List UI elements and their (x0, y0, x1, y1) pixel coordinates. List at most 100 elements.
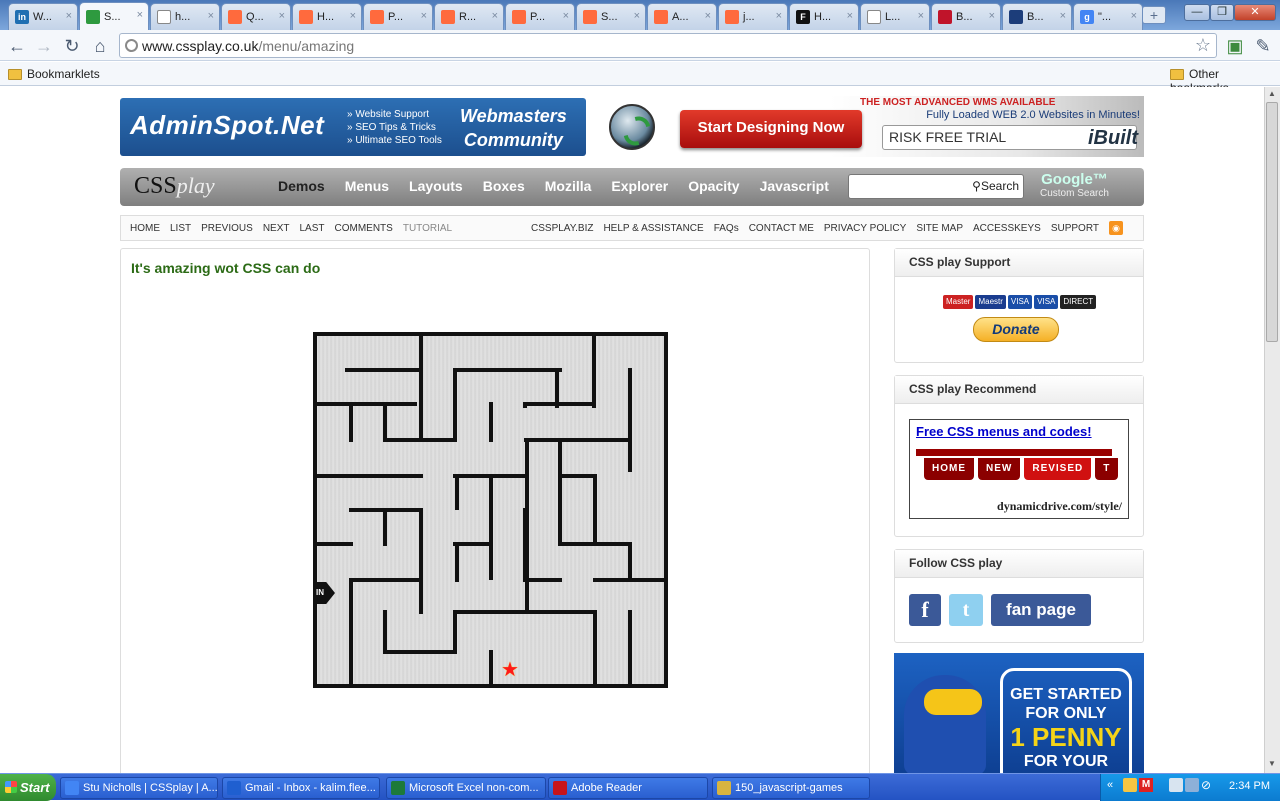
subnav-link[interactable]: SITE MAP (916, 223, 963, 235)
subnav-link[interactable]: PREVIOUS (201, 223, 253, 234)
search-icon[interactable]: ⚲ (972, 179, 981, 193)
subnav-link[interactable]: LIST (170, 223, 191, 234)
subnav-link[interactable]: COMMENTS (335, 223, 393, 234)
subnav-link[interactable]: CSSPLAY.BIZ (531, 223, 593, 235)
browser-tab[interactable]: L... × (860, 3, 930, 30)
start-button[interactable]: Start (0, 774, 56, 801)
dynamicdrive-ad[interactable]: Free CSS menus and codes! HOME NEW REVISED… (909, 419, 1129, 519)
close-window-button[interactable]: ✕ (1234, 4, 1276, 21)
site-logo[interactable]: CSSplay (134, 173, 215, 200)
network-icon[interactable] (1169, 778, 1183, 792)
rss-icon[interactable]: ◉ (1109, 221, 1123, 235)
tab-label: "... (1098, 11, 1112, 23)
tray-app-icon[interactable] (1123, 778, 1137, 792)
browser-tab[interactable]: S... × (79, 2, 149, 30)
close-tab-icon[interactable]: × (208, 10, 214, 22)
browser-tab[interactable]: B... × (1002, 3, 1072, 30)
facebook-icon[interactable]: f (909, 594, 941, 626)
browser-tab[interactable]: j... × (718, 3, 788, 30)
taskbar-button[interactable]: Microsoft Excel non-com... (386, 777, 546, 799)
bookmark-star-icon[interactable]: ☆ (1195, 35, 1211, 56)
maze-game[interactable]: IN ★ (313, 332, 668, 688)
taskbar-button[interactable]: Adobe Reader (548, 777, 708, 799)
search-input[interactable]: ⚲Search (848, 174, 1024, 199)
scroll-thumb[interactable] (1266, 102, 1278, 342)
maximize-button[interactable]: ❐ (1210, 4, 1234, 21)
subnav-link[interactable]: PRIVACY POLICY (824, 223, 906, 235)
start-designing-button[interactable]: Start Designing Now (680, 110, 862, 148)
ibuilt-ad[interactable]: THE MOST ADVANCED WMS AVAILABLE Fully Lo… (830, 96, 1144, 157)
address-bar[interactable]: www.cssplay.co.uk/menu/amazing ☆ (119, 33, 1217, 58)
browser-tab[interactable]: H... × (292, 3, 362, 30)
close-tab-icon[interactable]: × (1060, 10, 1066, 22)
close-tab-icon[interactable]: × (705, 10, 711, 22)
new-tab-button[interactable]: + (1142, 6, 1166, 24)
menu-item-demos[interactable]: Demos (278, 178, 325, 194)
subnav-link[interactable]: CONTACT ME (749, 223, 814, 235)
back-icon[interactable]: ← (6, 35, 28, 57)
browser-tab[interactable]: in W... × (8, 3, 78, 30)
display-icon[interactable] (1185, 778, 1199, 792)
home-icon[interactable]: ⌂ (89, 35, 111, 57)
close-tab-icon[interactable]: × (279, 10, 285, 22)
menu-item-menus[interactable]: Menus (345, 178, 389, 194)
close-tab-icon[interactable]: × (66, 10, 72, 22)
taskbar-button[interactable]: Gmail - Inbox - kalim.flee... (222, 777, 380, 799)
menu-item-javascript[interactable]: Javascript (760, 178, 829, 194)
subnav-link[interactable]: NEXT (263, 223, 290, 234)
subnav-link[interactable]: HELP & ASSISTANCE (603, 223, 703, 235)
recommend-title: CSS play Recommend (895, 376, 1143, 404)
hostgator-ad[interactable]: GET STARTEDFOR ONLY1 PENNYFOR YOURFIRST … (894, 653, 1144, 773)
browser-tab[interactable]: g "... × (1073, 3, 1143, 30)
close-tab-icon[interactable]: × (918, 10, 924, 22)
menu-item-opacity[interactable]: Opacity (688, 178, 739, 194)
scroll-down-icon[interactable]: ▼ (1266, 759, 1278, 772)
subnav-link[interactable]: ACCESSKEYS (973, 223, 1041, 235)
browser-tab[interactable]: h... × (150, 3, 220, 30)
extension-icon[interactable]: ▣ (1224, 35, 1246, 57)
browser-tab[interactable]: P... × (505, 3, 575, 30)
bookmark-folder-bookmarklets[interactable]: Bookmarklets (8, 67, 100, 81)
browser-tab[interactable]: B... × (931, 3, 1001, 30)
subnav-link[interactable]: HOME (130, 223, 160, 234)
close-tab-icon[interactable]: × (492, 10, 498, 22)
browser-tab[interactable]: A... × (647, 3, 717, 30)
taskbar-button[interactable]: 150_javascript-games (712, 777, 870, 799)
tray-expand-icon[interactable]: « (1107, 779, 1113, 791)
close-tab-icon[interactable]: × (563, 10, 569, 22)
wrench-icon[interactable]: ✎ (1252, 35, 1274, 57)
menu-item-explorer[interactable]: Explorer (611, 178, 668, 194)
minimize-button[interactable]: — (1184, 4, 1210, 21)
close-tab-icon[interactable]: × (847, 10, 853, 22)
menu-item-boxes[interactable]: Boxes (483, 178, 525, 194)
menu-item-layouts[interactable]: Layouts (409, 178, 463, 194)
volume-muted-icon[interactable]: ⊘ (1201, 778, 1211, 792)
facebook-fan-page-button[interactable]: fan page (991, 594, 1091, 626)
subnav-link[interactable]: LAST (299, 223, 324, 234)
close-tab-icon[interactable]: × (350, 10, 356, 22)
subnav-link[interactable]: SUPPORT (1051, 223, 1099, 235)
browser-tab[interactable]: S... × (576, 3, 646, 30)
close-tab-icon[interactable]: × (421, 10, 427, 22)
reload-icon[interactable]: ↻ (61, 35, 83, 57)
subnav-link[interactable]: FAQs (714, 223, 739, 235)
twitter-icon[interactable]: t (949, 594, 983, 626)
forward-icon[interactable]: → (33, 35, 55, 57)
close-tab-icon[interactable]: × (137, 9, 143, 21)
close-tab-icon[interactable]: × (1131, 10, 1137, 22)
gmail-tray-icon[interactable]: M (1139, 778, 1153, 792)
donate-button[interactable]: Donate (973, 317, 1059, 342)
browser-tab[interactable]: F H... × (789, 3, 859, 30)
close-tab-icon[interactable]: × (634, 10, 640, 22)
browser-tab[interactable]: Q... × (221, 3, 291, 30)
menu-item-mozilla[interactable]: Mozilla (545, 178, 592, 194)
taskbar-button[interactable]: Stu Nicholls | CSSplay | A... (60, 777, 218, 799)
adminspot-ad[interactable]: AdminSpot.Net » Website Support » SEO Ti… (120, 98, 586, 156)
close-tab-icon[interactable]: × (989, 10, 995, 22)
browser-tab[interactable]: R... × (434, 3, 504, 30)
subnav-link[interactable]: TUTORIAL (403, 223, 452, 234)
spiral-logo-icon[interactable] (609, 104, 655, 150)
browser-tab[interactable]: P... × (363, 3, 433, 30)
close-tab-icon[interactable]: × (776, 10, 782, 22)
scroll-up-icon[interactable]: ▲ (1266, 89, 1278, 102)
